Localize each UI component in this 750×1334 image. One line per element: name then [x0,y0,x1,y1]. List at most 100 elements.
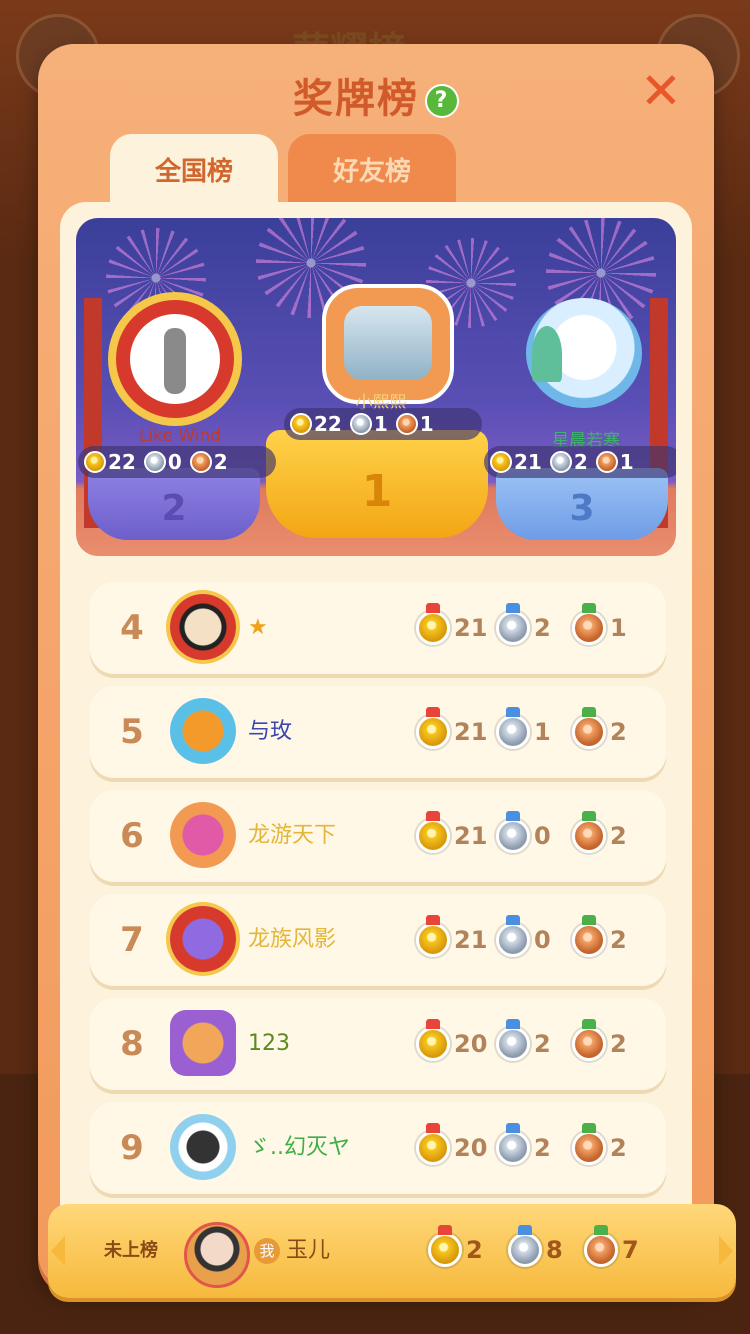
gold-count: 21 [514,450,542,474]
gold-count: 20 [454,1134,488,1162]
gold-medal-icon [428,1225,462,1267]
medal-stats-rank-1: 22 1 1 [284,408,482,440]
gold-count: 21 [454,718,488,746]
gold-count: 2 [466,1236,483,1264]
gold-medal-icon [416,1019,450,1061]
silver-count: 8 [546,1236,563,1264]
gold-medal-icon [416,811,450,853]
silver-medal-icon [496,811,530,853]
silver-medal-icon [349,413,372,435]
gold-medal-icon [416,1123,450,1165]
leaderboard-row[interactable]: 8 123 20 2 2 [90,998,666,1090]
tab-friends[interactable]: 好友榜 [288,134,456,206]
silver-count: 2 [534,1134,551,1162]
me-badge: 我 [254,1238,280,1264]
bronze-medal-icon [584,1225,618,1267]
bronze-count: 2 [610,926,627,954]
leaderboard-row[interactable]: 6 龙游天下 21 0 2 [90,790,666,882]
rank-number: 4 [120,608,144,648]
gold-medals: 21 [416,790,487,882]
gold-medals: 20 [416,1102,487,1194]
leaderboard-row[interactable]: 4 ★ 21 2 1 [90,582,666,674]
silver-medal-icon [549,451,572,473]
avatar-rank-2[interactable] [116,300,234,418]
panel-title-row: 奖牌榜? [38,66,714,124]
silver-count: 1 [534,718,551,746]
avatar[interactable] [170,698,236,764]
silver-medal-icon [496,915,530,957]
bronze-medal-icon [395,413,418,435]
gold-medal-icon [416,915,450,957]
gold-count: 22 [108,450,136,474]
question-mark-icon[interactable]: ? [425,84,459,118]
gold-medal-icon [490,451,512,473]
avatar-rank-1[interactable] [322,284,454,404]
silver-medal-icon [496,707,530,749]
stage-number: 3 [569,488,595,529]
bronze-medal-icon [572,603,606,645]
avatar[interactable] [170,1010,236,1076]
bronze-medal-icon [572,1019,606,1061]
gold-medal-icon [416,603,450,645]
bronze-medals: 1 [572,582,640,674]
bronze-medal-icon [189,451,212,473]
gold-medal-icon [290,413,312,435]
bronze-count: 7 [622,1236,639,1264]
player-name-rank-2: Like Wind [138,426,222,446]
bronze-count: 2 [610,718,627,746]
my-avatar[interactable] [184,1222,250,1288]
medal-stats-rank-3: 21 2 1 [484,446,676,478]
avatar-rank-3[interactable] [526,298,642,408]
bronze-medals: 2 [572,998,640,1090]
leaderboard-content: 2 1 3 Like Wind 小熙熙 星晨若寒 22 0 2 22 1 1 2… [60,202,692,1270]
silver-count: 2 [573,450,588,474]
bronze-medals: 2 [572,686,640,778]
gold-count: 21 [454,926,488,954]
silver-medal-icon [508,1225,542,1267]
rank-number: 9 [120,1128,144,1168]
silver-medal-icon [496,1019,530,1061]
silver-count: 0 [167,450,182,474]
player-name: 123 [248,1031,290,1056]
gold-count: 21 [454,822,488,850]
silver-count: 0 [534,822,551,850]
stage-rank-2: 2 [88,468,260,540]
bronze-count: 1 [419,412,434,436]
gold-medal-icon [416,707,450,749]
rank-number: 8 [120,1024,144,1064]
leaderboard-row[interactable]: 7 龙族风影 21 0 2 [90,894,666,986]
bronze-medals: 2 [572,894,640,986]
medal-stats-rank-2: 22 0 2 [78,446,276,478]
bronze-medal-icon [572,707,606,749]
gold-medals: 21 [416,686,487,778]
my-rank-bar[interactable]: 未上榜 我 玉儿 2 8 7 [48,1204,736,1298]
silver-medals: 0 [496,790,564,882]
avatar[interactable] [170,906,236,972]
medal-leaderboard-panel: 奖牌榜? ✕ 全国榜 好友榜 2 1 3 Like Wind 小熙熙 星晨若寒 … [38,44,736,1298]
bronze-medals: 2 [572,1102,640,1194]
tab-national[interactable]: 全国榜 [110,134,278,206]
silver-count: 2 [534,614,551,642]
gold-count: 21 [454,614,488,642]
my-rank-status: 未上榜 [104,1240,158,1261]
bronze-count: 2 [610,1030,627,1058]
gold-medal-icon [84,451,106,473]
stage-rank-3: 3 [496,468,668,540]
avatar[interactable] [170,594,236,660]
silver-count: 2 [534,1030,551,1058]
avatar[interactable] [170,1114,236,1180]
avatar[interactable] [170,802,236,868]
leaderboard-row[interactable]: 9 ゞ..幻灭ヤ 20 2 2 [90,1102,666,1194]
bronze-medal-icon [595,451,618,473]
leaderboard-row[interactable]: 5 与玫 21 1 2 [90,686,666,778]
silver-medals: 2 [496,998,564,1090]
rank-number: 6 [120,816,144,856]
close-icon[interactable]: ✕ [638,66,684,116]
gold-medals: 21 [416,894,487,986]
bronze-count: 1 [610,614,627,642]
bronze-count: 1 [619,450,634,474]
silver-medal-icon [143,451,166,473]
bronze-count: 2 [610,822,627,850]
my-player-name: 玉儿 [286,1238,331,1263]
silver-medals: 2 [496,582,564,674]
